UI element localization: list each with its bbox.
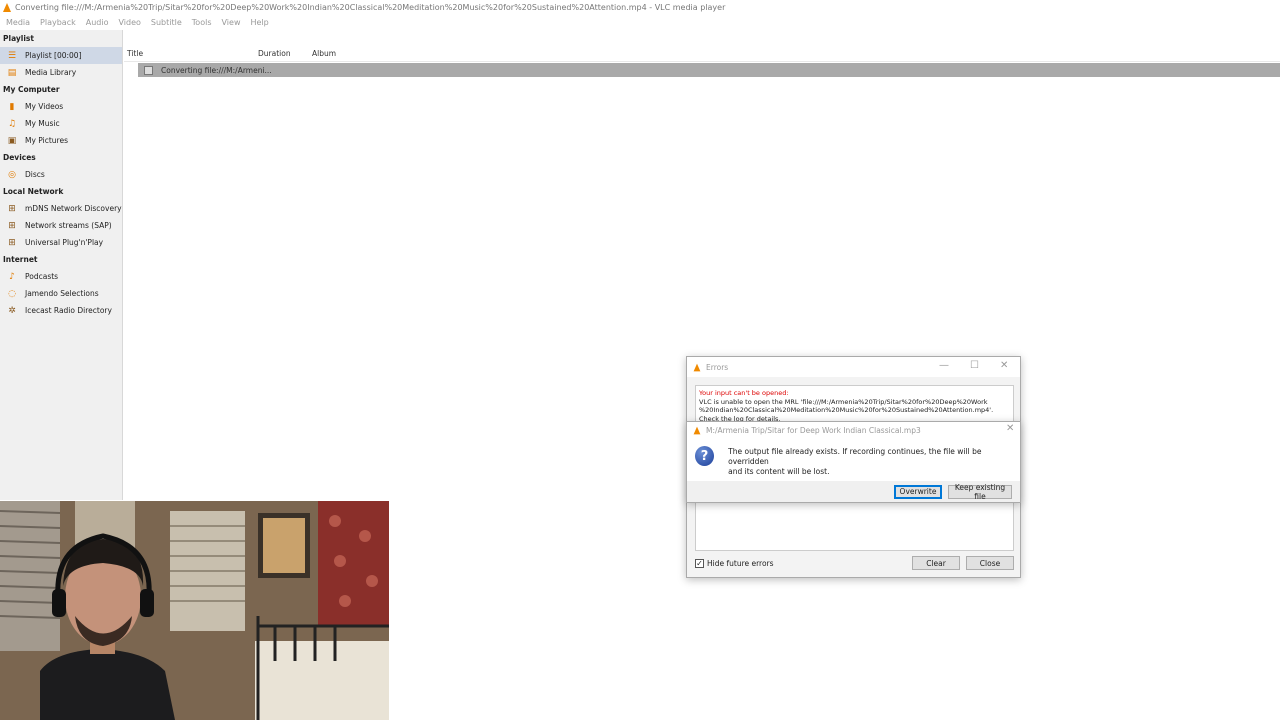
sidebar-item-label: mDNS Network Discovery [25, 204, 122, 213]
playlist-header: Title Duration Album [124, 46, 1280, 62]
network-icon: ⊞ [8, 220, 16, 231]
confirm-message-line: and its content will be lost. [728, 467, 830, 476]
videos-icon: ▮ [9, 101, 15, 112]
close-icon[interactable]: ✕ [1006, 423, 1014, 434]
sidebar-item-my-videos[interactable]: ▮ My Videos [0, 98, 122, 115]
overwrite-button[interactable]: Overwrite [894, 484, 942, 499]
sidebar-header-local-network: Local Network [3, 187, 64, 196]
close-button[interactable]: Close [966, 556, 1014, 570]
sidebar-item-label: Playlist [00:00] [25, 51, 82, 60]
vlc-cone-icon [3, 3, 11, 12]
hide-future-errors-label: Hide future errors [707, 558, 774, 568]
sidebar-header-internet: Internet [3, 255, 38, 264]
window-title: Converting file:///M:/Armenia%20Trip/Sit… [15, 3, 726, 12]
window-titlebar: Converting file:///M:/Armenia%20Trip/Sit… [0, 0, 1280, 15]
errors-dialog-footer: ✓ Hide future errors Clear Close [695, 555, 1014, 571]
pictures-icon: ▣ [7, 135, 17, 146]
podcast-icon: ♪ [9, 271, 15, 282]
sidebar-item-label: Universal Plug'n'Play [25, 238, 104, 247]
sidebar-item-label: My Videos [25, 102, 64, 111]
sidebar-item-label: My Pictures [25, 136, 68, 145]
vlc-cone-icon [693, 426, 701, 434]
minimize-icon[interactable]: — [939, 360, 949, 371]
menu-video[interactable]: Video [118, 18, 140, 27]
file-icon [144, 65, 153, 75]
hide-future-errors-checkbox[interactable]: ✓ [695, 558, 704, 568]
sidebar-header-devices: Devices [3, 153, 36, 162]
sidebar-item-upnp[interactable]: ⊞ Universal Plug'n'Play [0, 234, 122, 251]
sidebar-item-label: Jamendo Selections [25, 289, 99, 298]
menu-subtitle[interactable]: Subtitle [151, 18, 182, 27]
sidebar-item-label: My Music [25, 119, 60, 128]
sidebar-item-label: Podcasts [25, 272, 59, 281]
music-icon: ♫ [7, 118, 17, 129]
sidebar-item-jamendo[interactable]: ◌ Jamendo Selections [0, 285, 122, 302]
column-album[interactable]: Album [309, 49, 369, 58]
confirm-dialog-title: M:/Armenia Trip/Sitar for Deep Work Indi… [706, 425, 921, 435]
menu-tools[interactable]: Tools [192, 18, 212, 27]
sidebar-item-playlist[interactable]: ☰ Playlist [00:00] [0, 47, 122, 64]
error-message-line: %20Indian%20Classical%20Meditation%20Mus… [699, 406, 994, 414]
sidebar: Playlist ☰ Playlist [00:00] ▤ Media Libr… [0, 30, 123, 500]
maximize-icon[interactable]: ☐ [970, 360, 979, 371]
sidebar-item-label: Discs [25, 170, 45, 179]
playlist-row[interactable]: Converting file:///M:/Armeni... [138, 63, 1280, 77]
column-title[interactable]: Title [124, 49, 255, 58]
media-library-icon: ▤ [7, 67, 17, 78]
confirm-dialog-buttons: Overwrite Keep existing file [687, 481, 1020, 502]
sidebar-item-label: Icecast Radio Directory [25, 306, 112, 315]
sidebar-item-media-library[interactable]: ▤ Media Library [0, 64, 122, 81]
error-heading: Your input can't be opened: [699, 389, 789, 397]
sidebar-header-my-computer: My Computer [3, 85, 60, 94]
column-duration[interactable]: Duration [255, 49, 309, 58]
menu-help[interactable]: Help [250, 18, 268, 27]
confirm-message: The output file already exists. If recor… [728, 447, 1012, 477]
sidebar-item-discs[interactable]: ◎ Discs [0, 166, 122, 183]
sidebar-item-icecast[interactable]: ✲ Icecast Radio Directory [0, 302, 122, 319]
error-message-line: VLC is unable to open the MRL 'file:///M… [699, 397, 988, 406]
menu-playback[interactable]: Playback [40, 18, 76, 27]
sidebar-item-label: Media Library [25, 68, 77, 77]
errors-dialog-title: Errors [706, 362, 729, 372]
webcam-overlay [0, 501, 389, 720]
keep-existing-file-button[interactable]: Keep existing file [948, 483, 1012, 501]
confirm-message-line: The output file already exists. If recor… [728, 447, 982, 466]
sidebar-item-podcasts[interactable]: ♪ Podcasts [0, 268, 122, 285]
sidebar-item-mdns[interactable]: ⊞ mDNS Network Discovery [0, 200, 122, 217]
webcam-image [0, 501, 389, 720]
menu-media[interactable]: Media [6, 18, 30, 27]
confirm-dialog-titlebar: M:/Armenia Trip/Sitar for Deep Work Indi… [687, 422, 1020, 438]
disc-icon: ◎ [8, 169, 16, 180]
confirm-dialog-body: ? The output file already exists. If rec… [687, 438, 1020, 481]
sidebar-header-playlist: Playlist [3, 34, 34, 43]
sidebar-item-sap[interactable]: ⊞ Network streams (SAP) [0, 217, 122, 234]
vlc-cone-icon [693, 363, 701, 371]
jamendo-icon: ◌ [8, 288, 16, 299]
network-icon: ⊞ [8, 203, 16, 214]
sidebar-item-my-music[interactable]: ♫ My Music [0, 115, 122, 132]
menu-view[interactable]: View [222, 18, 241, 27]
overwrite-confirm-dialog: M:/Armenia Trip/Sitar for Deep Work Indi… [686, 421, 1021, 503]
sidebar-item-my-pictures[interactable]: ▣ My Pictures [0, 132, 122, 149]
playlist-row-title: Converting file:///M:/Armeni... [161, 65, 272, 75]
clear-button[interactable]: Clear [912, 556, 960, 570]
close-icon[interactable]: ✕ [1000, 360, 1008, 371]
network-icon: ⊞ [8, 237, 16, 248]
menu-bar: Media Playback Audio Video Subtitle Tool… [0, 15, 1280, 29]
question-icon: ? [695, 446, 715, 466]
playlist-icon: ☰ [7, 50, 17, 61]
menu-audio[interactable]: Audio [86, 18, 109, 27]
sidebar-item-label: Network streams (SAP) [25, 221, 112, 230]
radio-icon: ✲ [8, 305, 16, 316]
